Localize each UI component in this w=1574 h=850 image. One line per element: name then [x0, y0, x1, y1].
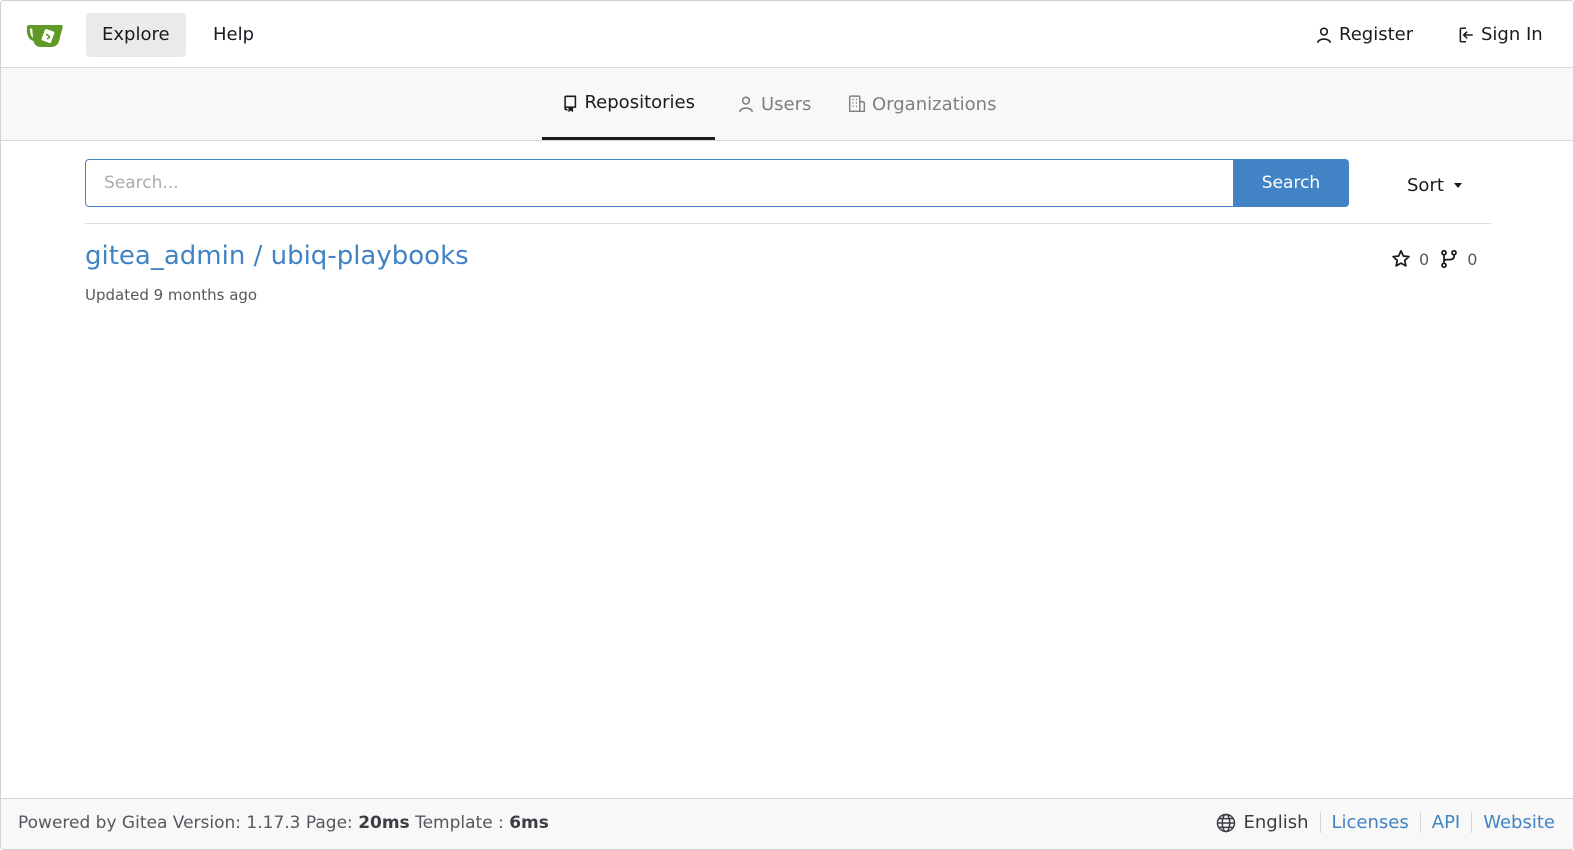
- fork-icon: [1441, 249, 1458, 269]
- website-link[interactable]: Website: [1471, 812, 1555, 833]
- search-button[interactable]: Search: [1233, 159, 1349, 207]
- footer: Powered by Gitea Version: 1.17.3 Page: 2…: [1, 798, 1573, 849]
- sort-label: Sort: [1407, 174, 1444, 196]
- repo-stats: 0 0: [1391, 249, 1487, 269]
- gitea-logo-icon[interactable]: [25, 19, 65, 51]
- register-label: Register: [1339, 24, 1414, 45]
- chevron-down-icon: [1453, 182, 1462, 188]
- forks-count[interactable]: 0: [1439, 249, 1477, 269]
- tab-repositories[interactable]: Repositories: [542, 68, 715, 140]
- person-icon: [739, 96, 753, 113]
- tab-users[interactable]: Users: [717, 68, 831, 140]
- sign-in-icon: [1459, 27, 1473, 43]
- tab-organizations[interactable]: Organizations: [828, 68, 1016, 140]
- star-icon: [1392, 250, 1410, 267]
- nav-help[interactable]: Help: [197, 13, 270, 57]
- sort-dropdown[interactable]: Sort: [1407, 171, 1462, 199]
- repo-link[interactable]: gitea_admin / ubiq-playbooks: [85, 241, 469, 271]
- search-form: Search: [85, 159, 1349, 207]
- tab-organizations-label: Organizations: [872, 93, 997, 115]
- top-navbar: Explore Help Register Sign In: [1, 1, 1573, 68]
- organization-icon: [848, 95, 866, 113]
- licenses-link[interactable]: Licenses: [1319, 812, 1420, 833]
- repo-updated-time: Updated 9 months ago: [85, 286, 258, 304]
- sign-in-label: Sign In: [1481, 24, 1543, 45]
- person-icon: [1317, 27, 1331, 44]
- footer-template-label: Template :: [409, 813, 510, 833]
- divider: [85, 223, 1491, 224]
- language-selector[interactable]: English: [1216, 812, 1320, 833]
- forks-value: 0: [1467, 249, 1478, 269]
- page-frame: Explore Help Register Sign In Repositori…: [0, 0, 1574, 850]
- sign-in-link[interactable]: Sign In: [1457, 13, 1543, 57]
- footer-version-info: Powered by Gitea Version: 1.17.3 Page: 2…: [18, 813, 549, 833]
- globe-icon: [1216, 813, 1235, 832]
- footer-template-time: 6ms: [509, 813, 549, 833]
- tab-repositories-label: Repositories: [584, 92, 695, 113]
- stars-count[interactable]: 0: [1391, 249, 1429, 269]
- stars-value: 0: [1419, 249, 1430, 269]
- footer-page-time: 20ms: [358, 813, 410, 833]
- explore-tabs: Repositories Users Organizations: [1, 68, 1573, 141]
- language-label: English: [1243, 812, 1309, 833]
- repo-icon: [564, 95, 577, 112]
- footer-powered-text: Powered by Gitea Version: 1.17.3 Page:: [18, 813, 359, 833]
- nav-explore[interactable]: Explore: [86, 13, 186, 57]
- search-input[interactable]: [85, 159, 1233, 207]
- api-link[interactable]: API: [1419, 812, 1471, 833]
- tab-users-label: Users: [761, 93, 812, 115]
- register-link[interactable]: Register: [1315, 13, 1413, 57]
- footer-links: English Licenses API Website: [1216, 812, 1555, 833]
